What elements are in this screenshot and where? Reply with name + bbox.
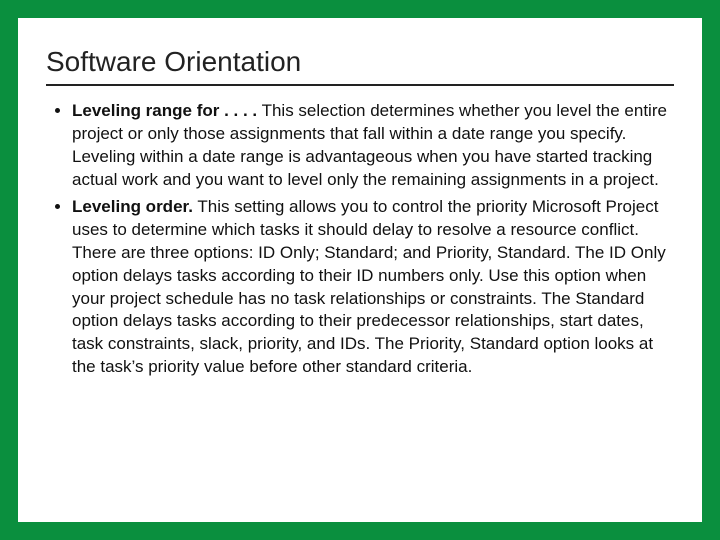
list-item: Leveling range for . . . . This selectio… xyxy=(72,100,674,192)
title-underline xyxy=(46,84,674,86)
slide-frame: Software Orientation Leveling range for … xyxy=(0,0,720,540)
bullet-list: Leveling range for . . . . This selectio… xyxy=(46,100,674,383)
bullet-term: Leveling order. xyxy=(72,197,193,216)
bullet-term: Leveling range for . . . . xyxy=(72,101,257,120)
bullet-body: This setting allows you to control the p… xyxy=(72,197,666,377)
slide-title: Software Orientation xyxy=(46,46,674,78)
list-item: Leveling order. This setting allows you … xyxy=(72,196,674,380)
